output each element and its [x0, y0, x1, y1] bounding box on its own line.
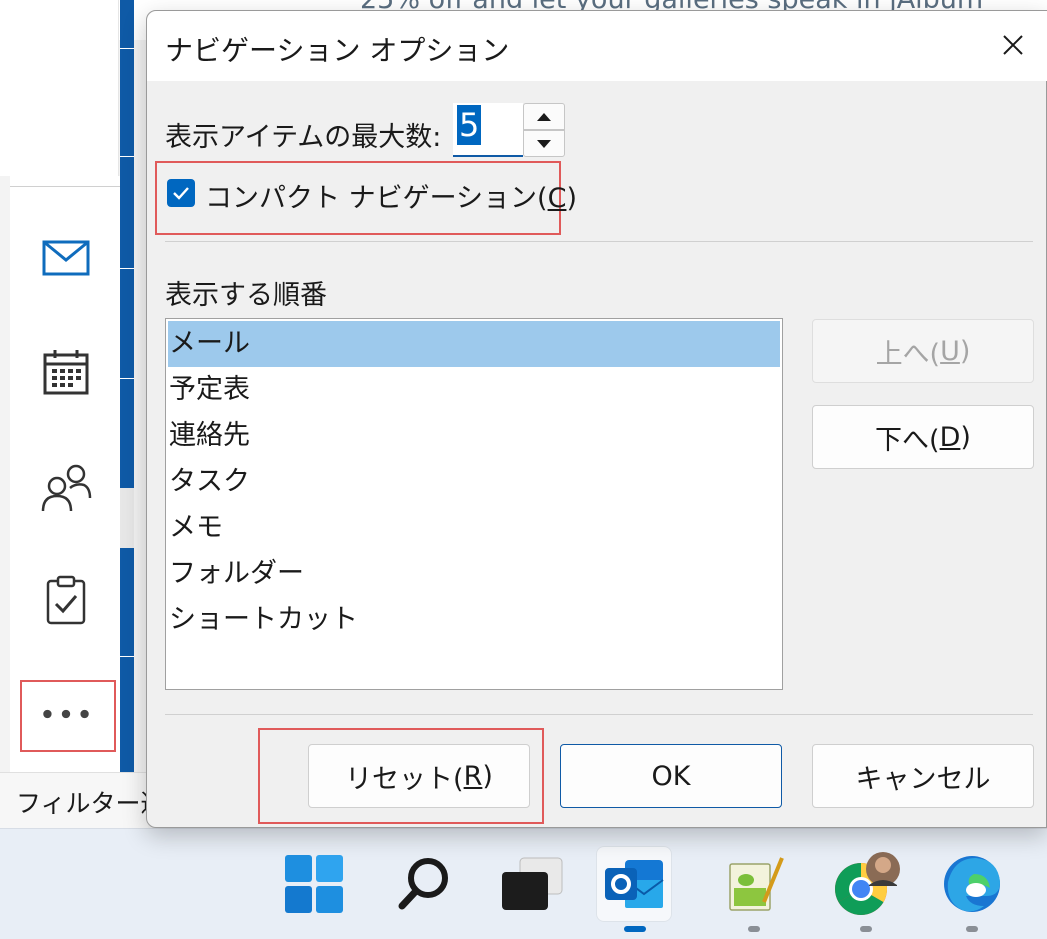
- active-app-indicator: [624, 926, 646, 932]
- running-app-indicator: [860, 926, 872, 932]
- running-app-indicator: [748, 926, 760, 932]
- edge-icon[interactable]: [934, 846, 1010, 922]
- dialog-title: ナビゲーション オプション: [165, 34, 510, 67]
- spin-down-button[interactable]: [523, 130, 565, 157]
- ok-button[interactable]: OK: [560, 744, 782, 808]
- max-items-label: 表示アイテムの最大数:: [165, 122, 442, 153]
- compact-nav-label[interactable]: コンパクト ナビゲーション(C): [205, 176, 577, 215]
- max-items-input[interactable]: 5: [453, 103, 523, 157]
- close-button[interactable]: [997, 29, 1029, 61]
- cancel-button[interactable]: キャンセル: [812, 744, 1034, 808]
- move-down-button[interactable]: 下へ(D): [812, 405, 1034, 469]
- divider: [165, 714, 1033, 715]
- list-item[interactable]: ショートカット: [168, 597, 780, 643]
- calendar-icon[interactable]: [40, 346, 92, 398]
- folder-pane: [0, 0, 119, 176]
- reset-button[interactable]: リセット(R): [308, 744, 530, 808]
- filter-label[interactable]: フィルター適: [16, 784, 166, 820]
- task-view-icon[interactable]: [494, 846, 570, 922]
- max-items-value: 5: [457, 105, 482, 145]
- pane-splitter[interactable]: [120, 488, 134, 548]
- chrome-icon[interactable]: [828, 846, 904, 922]
- order-listbox[interactable]: メール 予定表 連絡先 タスク メモ フォルダー ショートカット: [165, 318, 783, 690]
- tasks-icon[interactable]: [40, 574, 92, 626]
- move-up-button[interactable]: 上へ(U): [812, 319, 1034, 383]
- list-item[interactable]: 連絡先: [168, 413, 780, 459]
- list-item[interactable]: タスク: [168, 459, 780, 505]
- more-icon-highlight: [20, 680, 116, 752]
- compact-nav-checkbox[interactable]: [167, 179, 195, 207]
- list-item[interactable]: メール: [168, 321, 780, 367]
- dialog-titlebar: ナビゲーション オプション: [147, 11, 1047, 81]
- navigation-options-dialog: ナビゲーション オプション 表示アイテムの最大数: 5 コンパクト ナビゲーショ…: [146, 10, 1047, 828]
- list-item[interactable]: 予定表: [168, 367, 780, 413]
- notepad-plus-icon[interactable]: [716, 846, 792, 922]
- outlook-icon[interactable]: [596, 846, 672, 922]
- windows-start-icon[interactable]: [276, 846, 352, 922]
- spin-up-button[interactable]: [523, 103, 565, 130]
- checkmark-icon: [173, 187, 189, 200]
- mail-icon[interactable]: [40, 232, 92, 284]
- close-icon: [1003, 35, 1023, 55]
- list-item[interactable]: メモ: [168, 505, 780, 551]
- people-icon[interactable]: [40, 462, 92, 514]
- search-icon[interactable]: [386, 846, 462, 922]
- divider: [165, 241, 1033, 242]
- nav-rail-divider: [10, 186, 120, 187]
- reading-pane-border: [120, 0, 134, 772]
- arrow-down-icon: [537, 139, 551, 148]
- list-item[interactable]: フォルダー: [168, 551, 780, 597]
- running-app-indicator: [966, 926, 978, 932]
- order-label: 表示する順番: [165, 280, 327, 311]
- arrow-up-icon: [537, 112, 551, 121]
